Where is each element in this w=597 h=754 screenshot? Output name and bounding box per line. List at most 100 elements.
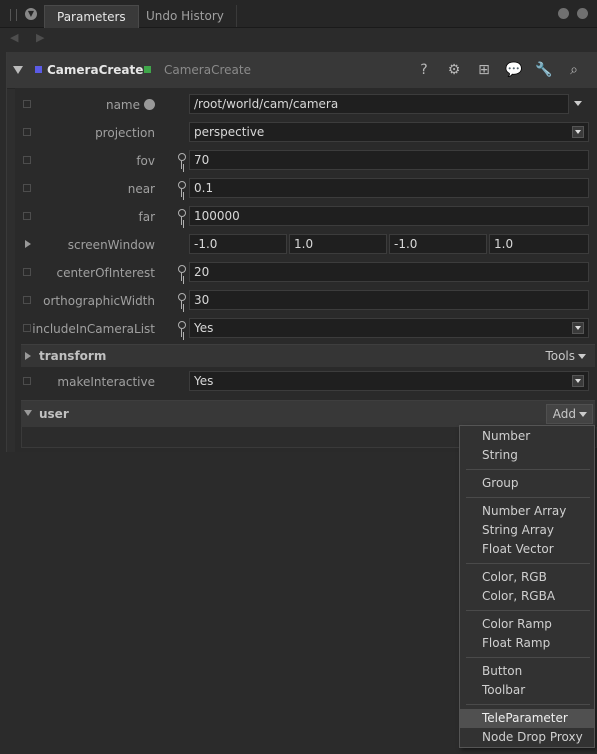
param-label-centerofinterest: centerOfInterest [56,266,155,280]
key-icon[interactable] [177,293,187,309]
screenwindow-field-1[interactable]: -1.0 [189,234,287,254]
menu-item-color-rgb[interactable]: Color, RGB [460,568,594,587]
collapse-arrow-icon[interactable] [13,66,23,74]
fov-field[interactable]: 70 [189,150,589,170]
param-checkbox[interactable] [23,296,31,304]
screenwindow-field-4[interactable]: 1.0 [489,234,589,254]
param-label-makeinteractive: makeInteractive [57,375,155,389]
param-checkbox[interactable] [23,377,31,385]
group-label-user: user [39,407,69,421]
menu-item-node-drop-proxy[interactable]: Node Drop Proxy [460,728,594,747]
tab-bar: ▼ Parameters Undo History [0,0,597,28]
param-row-centerofinterest: centerOfInterest 20 [7,259,597,287]
menu-item-group[interactable]: Group [460,474,594,493]
key-icon[interactable] [177,181,187,197]
menu-separator [466,704,590,705]
add-parameter-menu: Number String Group Number Array String Arra… [459,425,595,748]
node-graph-icon[interactable]: ⊞ [475,61,493,79]
menu-item-number[interactable]: Number [460,427,594,446]
collapse-arrow-icon[interactable] [24,410,32,416]
tab-menu-icon[interactable]: ▼ [25,8,37,20]
far-field[interactable]: 100000 [189,206,589,226]
menu-separator [466,610,590,611]
includeincameralist-value: Yes [194,321,214,335]
expand-arrow-icon[interactable] [25,352,31,360]
projection-value: perspective [194,125,265,139]
param-checkbox[interactable] [23,100,31,108]
orthographicwidth-field[interactable]: 30 [189,290,589,310]
menu-item-toolbar[interactable]: Toolbar [460,681,594,700]
param-row-far: far 100000 [7,203,597,231]
close-icon[interactable] [577,8,588,19]
node-header: CameraCreate CameraCreate ? ⚙ ⊞ 💬 🔧 ⌕ [7,52,597,89]
menu-item-float-ramp[interactable]: Float Ramp [460,634,594,653]
menu-item-color-ramp[interactable]: Color Ramp [460,615,594,634]
globe-icon[interactable] [144,99,155,110]
menu-separator [466,469,590,470]
screenwindow-field-2[interactable]: 1.0 [289,234,387,254]
param-row-near: near 0.1 [7,175,597,203]
param-row-includeincameralist: includeInCameraList Yes [7,315,597,343]
group-user[interactable]: user Add [21,400,595,427]
chevron-down-icon[interactable] [572,375,584,387]
chevron-down-icon[interactable] [574,101,582,106]
makeinteractive-select[interactable]: Yes [189,371,589,391]
search-icon[interactable]: ⌕ [565,61,583,79]
menu-item-string[interactable]: String [460,446,594,465]
makeinteractive-value: Yes [194,374,214,388]
menu-item-color-rgba[interactable]: Color, RGBA [460,587,594,606]
key-icon[interactable] [177,153,187,169]
param-checkbox[interactable] [23,212,31,220]
chevron-down-icon[interactable] [572,322,584,334]
add-parameter-button[interactable]: Add [545,404,593,424]
tools-button[interactable]: Tools [539,347,591,365]
menu-item-teleparameter[interactable]: TeleParameter [460,709,594,728]
expand-arrow-icon[interactable] [25,240,31,248]
node-type: CameraCreate [164,63,251,77]
includeincameralist-select[interactable]: Yes [189,318,589,338]
param-row-screenwindow: screenWindow -1.0 1.0 -1.0 1.0 [7,231,597,259]
projection-select[interactable]: perspective [189,122,589,142]
centerofinterest-field[interactable]: 20 [189,262,589,282]
param-label-screenwindow: screenWindow [67,238,155,252]
menu-item-string-array[interactable]: String Array [460,521,594,540]
key-icon[interactable] [177,209,187,225]
maximize-icon[interactable] [558,8,569,19]
menu-item-number-array[interactable]: Number Array [460,502,594,521]
menu-item-float-vector[interactable]: Float Vector [460,540,594,559]
menu-separator [466,563,590,564]
back-arrow-icon[interactable]: ◀ [10,31,18,44]
param-label-orthographicwidth: orthographicWidth [43,294,155,308]
param-checkbox[interactable] [23,268,31,276]
name-field[interactable]: /root/world/cam/camera [189,94,569,114]
param-row-fov: fov 70 [7,147,597,175]
param-checkbox[interactable] [23,184,31,192]
menu-item-button[interactable]: Button [460,662,594,681]
screenwindow-field-3[interactable]: -1.0 [389,234,487,254]
chevron-down-icon[interactable] [572,126,584,138]
wrench-icon[interactable]: 🔧 [535,61,553,79]
param-label-name: name [105,98,140,112]
gear-icon[interactable]: ⚙ [445,61,463,79]
param-row-name: name /root/world/cam/camera [7,91,597,119]
forward-arrow-icon[interactable]: ▶ [36,31,44,44]
near-field[interactable]: 0.1 [189,178,589,198]
param-checkbox[interactable] [23,324,31,332]
node-name[interactable]: CameraCreate [47,63,143,77]
menu-separator [466,497,590,498]
key-icon[interactable] [177,265,187,281]
key-icon[interactable] [177,321,187,337]
history-nav: ◀ ▶ [0,28,597,50]
tab-parameters[interactable]: Parameters [44,5,139,28]
node-color-swatch [35,66,42,73]
comment-icon[interactable]: 💬 [505,61,523,79]
help-icon[interactable]: ? [415,61,433,79]
tab-undo-history[interactable]: Undo History [134,5,237,27]
menu-separator [466,657,590,658]
param-row-orthographicwidth: orthographicWidth 30 [7,287,597,315]
param-label-far: far [138,210,155,224]
param-checkbox[interactable] [23,156,31,164]
panel-grip-handle[interactable] [10,9,17,21]
param-checkbox[interactable] [23,128,31,136]
group-transform[interactable]: transform Tools [21,344,595,367]
